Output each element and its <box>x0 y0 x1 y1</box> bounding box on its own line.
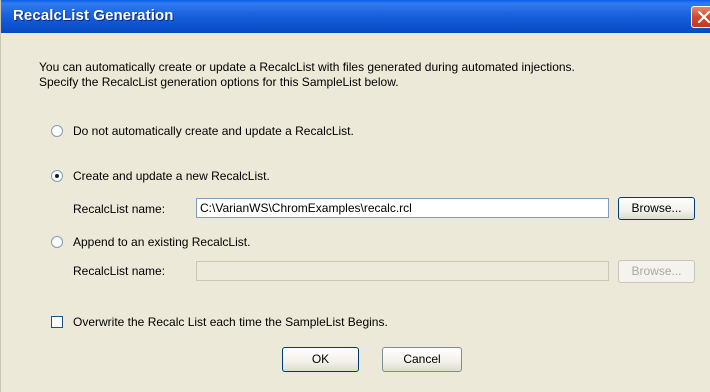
append-name-input[interactable] <box>196 261 609 281</box>
radio-selected-dot <box>55 174 59 178</box>
append-name-label: RecalcList name: <box>73 264 166 278</box>
cancel-button[interactable]: Cancel <box>382 347 462 372</box>
dialog-body: You can automatically create or update a… <box>1 33 710 392</box>
radio-create-new-label[interactable]: Create and update a new RecalcList. <box>73 169 270 183</box>
radio-no-create-label[interactable]: Do not automatically create and update a… <box>73 124 354 138</box>
append-browse-button[interactable]: Browse... <box>618 260 695 283</box>
intro-line-2: Specify the RecalcList generation option… <box>39 75 399 89</box>
radio-append-label[interactable]: Append to an existing RecalcList. <box>73 235 250 249</box>
title-bar: RecalcList Generation <box>1 0 710 33</box>
overwrite-checkbox[interactable] <box>51 316 63 328</box>
create-name-label: RecalcList name: <box>73 202 166 216</box>
create-name-input[interactable]: C:\VarianWS\ChromExamples\recalc.rcl <box>196 198 609 218</box>
close-button[interactable] <box>691 6 710 28</box>
create-browse-button[interactable]: Browse... <box>618 197 695 220</box>
intro-line-1: You can automatically create or update a… <box>39 60 575 74</box>
ok-button[interactable]: OK <box>282 347 359 372</box>
close-icon <box>697 11 710 23</box>
overwrite-label[interactable]: Overwrite the Recalc List each time the … <box>73 315 388 329</box>
radio-append[interactable] <box>51 236 63 248</box>
recalclist-dialog: RecalcList Generation You can automatica… <box>0 0 710 392</box>
dialog-title: RecalcList Generation <box>13 7 174 24</box>
radio-create-new[interactable] <box>51 170 63 182</box>
radio-no-create[interactable] <box>51 125 63 137</box>
